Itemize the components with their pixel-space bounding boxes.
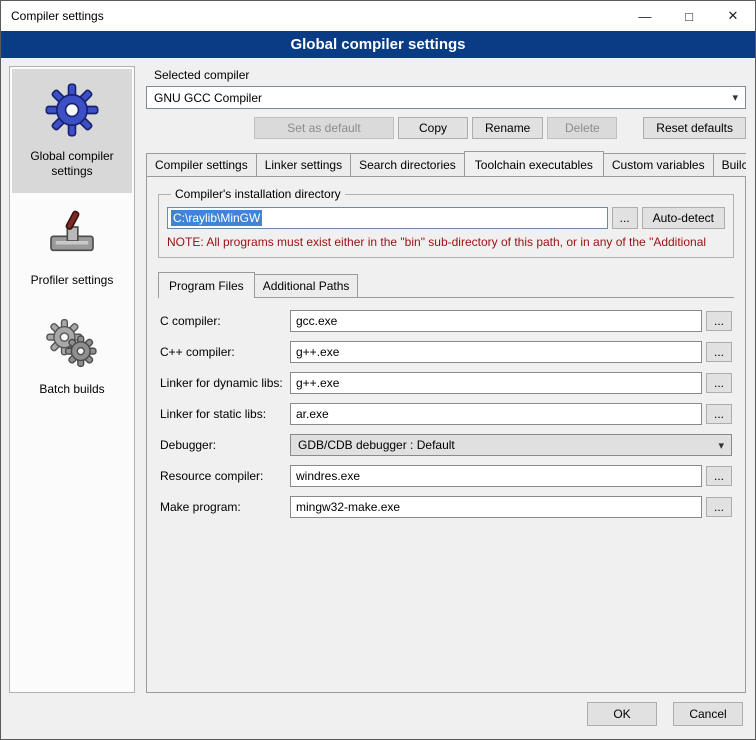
linker-dynamic-input[interactable]	[290, 372, 702, 394]
install-dir-input[interactable]: C:\raylib\MinGW	[167, 207, 608, 229]
reset-defaults-button[interactable]: Reset defaults	[643, 117, 746, 139]
debugger-value: GDB/CDB debugger : Default	[298, 438, 455, 452]
program-files-tabbar: Program Files Additional Paths	[158, 272, 734, 297]
sidebar: Global compiler settings Profiler settin…	[9, 66, 135, 693]
field-row-linker-dynamic: Linker for dynamic libs: ...	[160, 372, 732, 394]
make-program-label: Make program:	[160, 500, 290, 514]
chevron-down-icon: ▾	[718, 439, 724, 452]
linker-dynamic-browse-button[interactable]: ...	[706, 373, 732, 393]
linker-static-label: Linker for static libs:	[160, 407, 290, 421]
cpp-compiler-browse-button[interactable]: ...	[706, 342, 732, 362]
tab-program-files[interactable]: Program Files	[158, 272, 255, 298]
sidebar-item-label: Global compiler settings	[16, 149, 128, 179]
tab-build-options-truncated[interactable]: Builc	[713, 153, 746, 176]
linker-static-input[interactable]	[290, 403, 702, 425]
delete-button: Delete	[547, 117, 617, 139]
selected-compiler-label: Selected compiler	[154, 68, 746, 82]
install-dir-selected-text: C:\raylib\MinGW	[171, 210, 262, 226]
c-compiler-label: C compiler:	[160, 314, 290, 328]
c-compiler-browse-button[interactable]: ...	[706, 311, 732, 331]
field-row-cpp-compiler: C++ compiler: ...	[160, 341, 732, 363]
window-controls: — □ ✕	[623, 1, 755, 31]
installation-directory-legend: Compiler's installation directory	[171, 187, 345, 201]
sidebar-item-batch-builds[interactable]: Batch builds	[12, 302, 132, 411]
installation-directory-row: C:\raylib\MinGW ... Auto-detect	[167, 207, 725, 229]
compiler-settings-window: Compiler settings — □ ✕ Global compiler …	[0, 0, 756, 740]
bin-subdirectory-note: NOTE: All programs must exist either in …	[167, 235, 725, 249]
dialog-footer: OK Cancel	[1, 697, 755, 739]
dialog-body: Global compiler settings Profiler settin…	[1, 58, 755, 697]
field-row-resource-compiler: Resource compiler: ...	[160, 465, 732, 487]
cancel-button[interactable]: Cancel	[673, 702, 743, 726]
window-title: Compiler settings	[11, 9, 623, 23]
rename-button[interactable]: Rename	[472, 117, 543, 139]
field-row-linker-static: Linker for static libs: ...	[160, 403, 732, 425]
program-files-panel: C compiler: ... C++ compiler: ... Linker…	[158, 297, 734, 682]
resource-compiler-input[interactable]	[290, 465, 702, 487]
make-program-input[interactable]	[290, 496, 702, 518]
linker-static-browse-button[interactable]: ...	[706, 404, 732, 424]
copy-button[interactable]: Copy	[398, 117, 468, 139]
c-compiler-input[interactable]	[290, 310, 702, 332]
sidebar-item-label: Batch builds	[39, 382, 104, 397]
installation-directory-group: Compiler's installation directory C:\ray…	[158, 187, 734, 258]
make-program-browse-button[interactable]: ...	[706, 497, 732, 517]
resource-compiler-browse-button[interactable]: ...	[706, 466, 732, 486]
settings-tabbar: Compiler settings Linker settings Search…	[146, 151, 746, 176]
tab-additional-paths[interactable]: Additional Paths	[254, 274, 359, 297]
chevron-down-icon: ▾	[732, 91, 738, 104]
ok-button[interactable]: OK	[587, 702, 657, 726]
tab-custom-variables[interactable]: Custom variables	[603, 153, 714, 176]
field-row-c-compiler: C compiler: ...	[160, 310, 732, 332]
debugger-label: Debugger:	[160, 438, 290, 452]
selected-compiler-dropdown[interactable]: GNU GCC Compiler ▾	[146, 86, 746, 109]
tab-compiler-settings[interactable]: Compiler settings	[146, 153, 257, 176]
set-as-default-button: Set as default	[254, 117, 394, 139]
sidebar-item-profiler-settings[interactable]: Profiler settings	[12, 193, 132, 302]
linker-dynamic-label: Linker for dynamic libs:	[160, 376, 290, 390]
field-row-make-program: Make program: ...	[160, 496, 732, 518]
minimize-button[interactable]: —	[623, 1, 667, 31]
cpp-compiler-label: C++ compiler:	[160, 345, 290, 359]
close-button[interactable]: ✕	[711, 1, 755, 31]
maximize-button[interactable]: □	[667, 1, 711, 31]
gray-gears-icon	[43, 314, 101, 372]
tab-search-directories[interactable]: Search directories	[350, 153, 465, 176]
resource-compiler-label: Resource compiler:	[160, 469, 290, 483]
titlebar: Compiler settings — □ ✕	[1, 1, 755, 31]
tab-toolchain-executables[interactable]: Toolchain executables	[464, 151, 604, 176]
cpp-compiler-input[interactable]	[290, 341, 702, 363]
sidebar-item-label: Profiler settings	[31, 273, 114, 288]
install-dir-browse-button[interactable]: ...	[612, 207, 638, 229]
debugger-dropdown[interactable]: GDB/CDB debugger : Default ▾	[290, 434, 732, 456]
selected-compiler-value: GNU GCC Compiler	[154, 91, 262, 105]
compiler-actions: Set as default Copy Rename Delete Reset …	[146, 117, 746, 139]
tab-linker-settings[interactable]: Linker settings	[256, 153, 351, 176]
sidebar-item-global-compiler-settings[interactable]: Global compiler settings	[12, 69, 132, 193]
auto-detect-button[interactable]: Auto-detect	[642, 207, 725, 229]
field-row-debugger: Debugger: GDB/CDB debugger : Default ▾	[160, 434, 732, 456]
page-title: Global compiler settings	[1, 31, 755, 58]
main-panel: Selected compiler GNU GCC Compiler ▾ Set…	[146, 66, 746, 693]
blue-gear-icon	[43, 81, 101, 139]
toolchain-executables-panel: Compiler's installation directory C:\ray…	[146, 176, 746, 693]
profiler-tool-icon	[43, 205, 101, 263]
